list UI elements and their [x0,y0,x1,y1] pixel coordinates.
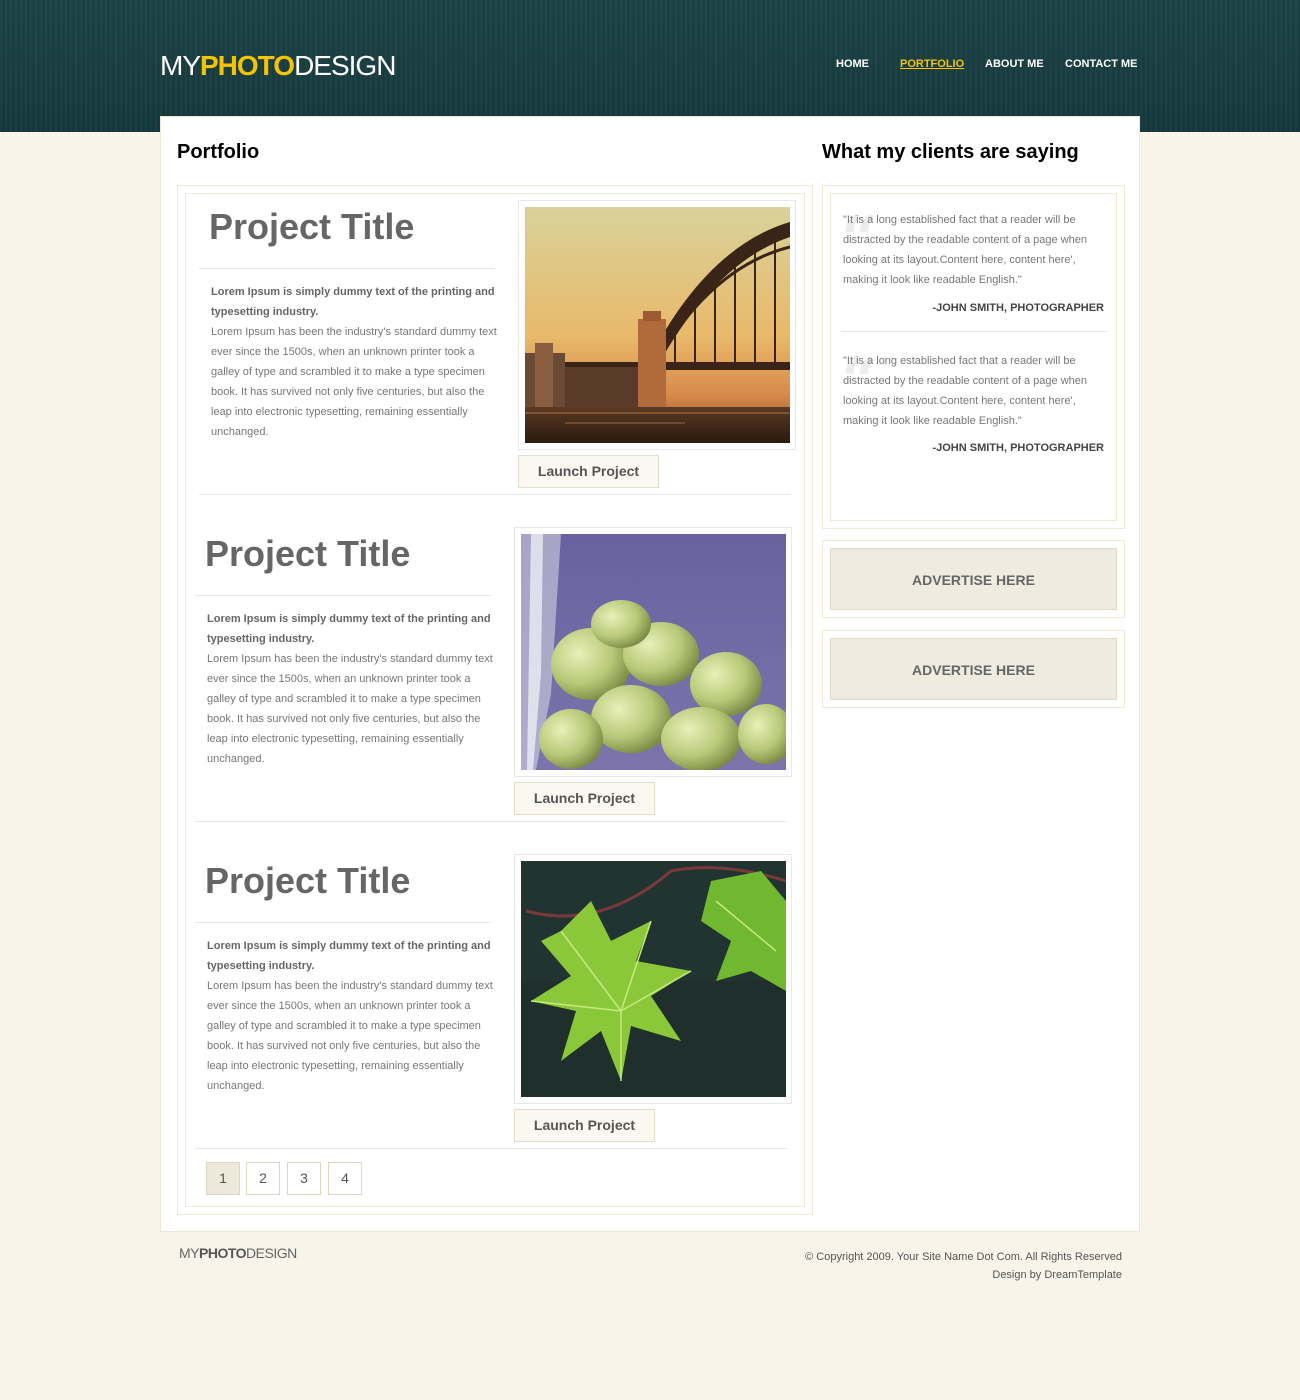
nav-portfolio[interactable]: PORTFOLIO [900,58,964,70]
bridge-sunset-image [525,207,790,443]
launch-project-button[interactable]: Launch Project [518,455,659,488]
project-card: Project Title Lorem Ipsum is simply dumm… [195,848,795,1158]
project-image-frame[interactable] [518,200,796,450]
divider [195,595,491,596]
testimonial-author: -JOHN SMITH, PHOTOGRAPHER [932,302,1104,314]
project-body: Lorem Ipsum has been the industry's stan… [207,980,493,1092]
content-container: Portfolio What my clients are saying Pro… [160,116,1140,1232]
advertise-banner[interactable]: ADVERTISE HERE [830,638,1117,700]
project-card: Project Title Lorem Ipsum is simply dumm… [199,194,799,504]
page-button-3[interactable]: 3 [287,1162,321,1195]
advertise-banner[interactable]: ADVERTISE HERE [830,548,1117,610]
testimonial-text: "It is a long established fact that a re… [843,355,1088,427]
project-lead: Lorem Ipsum is simply dummy text of the … [211,286,495,318]
launch-project-button[interactable]: Launch Project [514,782,655,815]
project-title: Project Title [205,533,411,574]
project-description: Lorem Ipsum is simply dummy text of the … [207,936,497,1096]
testimonial-author: -JOHN SMITH, PHOTOGRAPHER [932,442,1104,454]
project-description: Lorem Ipsum is simply dummy text of the … [211,282,501,442]
portfolio-heading: Portfolio [177,141,260,163]
divider [841,331,1107,332]
footer-logo-text-my: MY [179,1245,200,1261]
nav-contact-me[interactable]: CONTACT ME [1065,58,1138,70]
divider [195,1148,787,1149]
footer-logo-text-photo: PHOTO [199,1245,247,1261]
project-body: Lorem Ipsum has been the industry's stan… [207,653,493,765]
testimonial-text: "It is a long established fact that a re… [843,214,1088,286]
divider [195,922,491,923]
testimonials-heading: What my clients are saying [822,141,1079,163]
ad-panel: ADVERTISE HERE [822,630,1125,708]
footer-copyright: © Copyright 2009. Your Site Name Dot Com… [805,1248,1122,1284]
nav-home[interactable]: HOME [836,58,869,70]
green-grapes-image [521,534,786,770]
maple-leaf-image [521,861,786,1097]
testimonials-panel: “ "It is a long established fact that a … [822,185,1125,529]
page-button-4[interactable]: 4 [328,1162,362,1195]
copyright-text: © Copyright 2009. Your Site Name Dot Com… [805,1251,1122,1263]
project-lead: Lorem Ipsum is simply dummy text of the … [207,613,491,645]
project-description: Lorem Ipsum is simply dummy text of the … [207,609,497,769]
project-body: Lorem Ipsum has been the industry's stan… [211,326,497,438]
ad-panel: ADVERTISE HERE [822,540,1125,618]
portfolio-panel: Project Title Lorem Ipsum is simply dumm… [177,185,813,1215]
divider [195,821,787,822]
project-image-frame[interactable] [514,527,792,777]
divider [199,494,791,495]
project-image-frame[interactable] [514,854,792,1104]
page-button-2[interactable]: 2 [246,1162,280,1195]
page-button-1[interactable]: 1 [206,1162,240,1195]
project-title: Project Title [205,860,411,901]
site-header: MYPHOTODESIGN HOME PORTFOLIO ABOUT ME CO… [0,0,1300,132]
design-credit: Design by DreamTemplate [992,1269,1122,1281]
project-lead: Lorem Ipsum is simply dummy text of the … [207,940,491,972]
main-nav: HOME PORTFOLIO ABOUT ME CONTACT ME [0,58,1300,74]
portfolio-list: Project Title Lorem Ipsum is simply dumm… [185,193,805,1207]
testimonials-list: “ "It is a long established fact that a … [830,193,1117,521]
footer-logo[interactable]: MYPHOTODESIGN [179,1245,297,1261]
nav-about-me[interactable]: ABOUT ME [985,58,1044,70]
launch-project-button[interactable]: Launch Project [514,1109,655,1142]
divider [199,268,495,269]
project-card: Project Title Lorem Ipsum is simply dumm… [195,521,795,831]
footer-logo-text-design: DESIGN [246,1245,297,1261]
project-title: Project Title [209,206,415,247]
